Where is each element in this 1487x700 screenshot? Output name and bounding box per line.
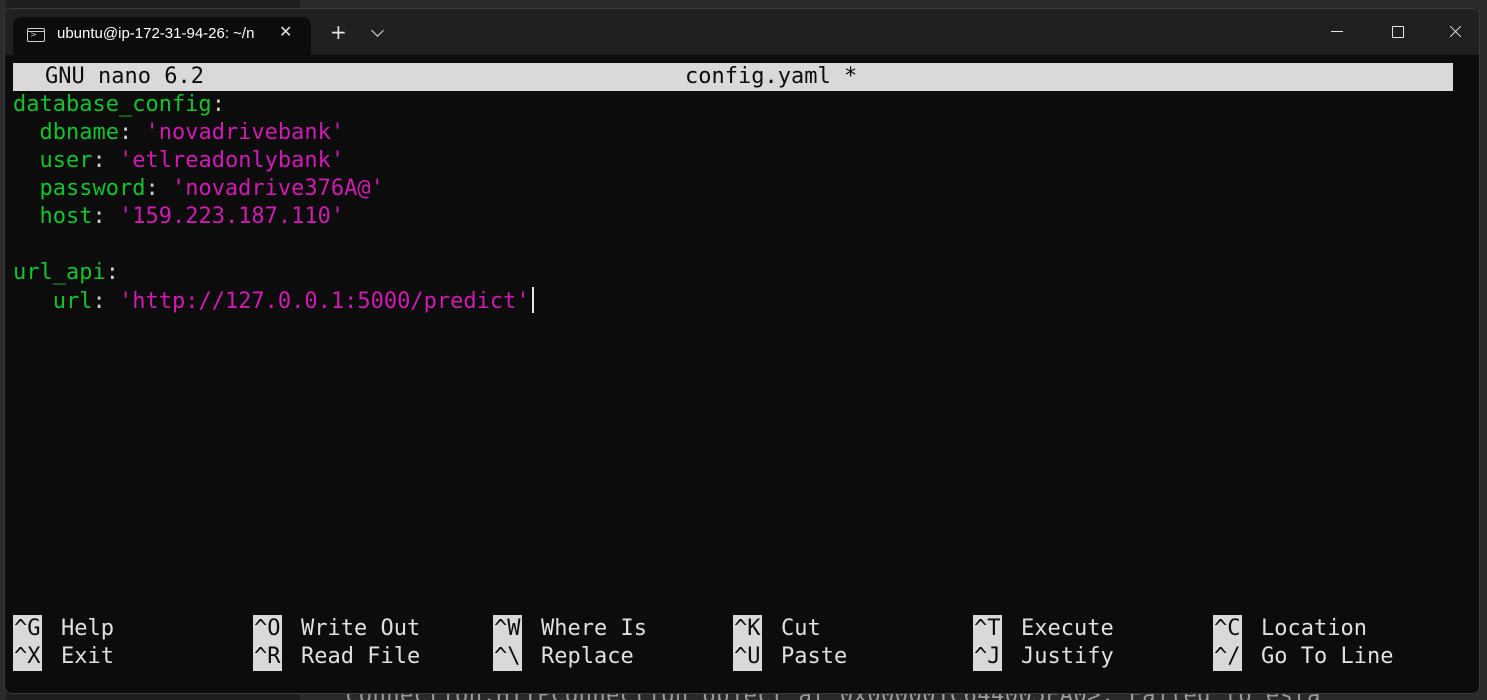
title-bar: ubuntu@ip-172-31-94-26: ~/n ✕ + — [5, 9, 1479, 55]
yaml-key: dbname — [13, 120, 119, 145]
terminal-window: ubuntu@ip-172-31-94-26: ~/n ✕ + GNU nano… — [4, 8, 1480, 694]
shortcut-key: ^J — [973, 643, 1002, 671]
maximize-button[interactable] — [1377, 19, 1417, 45]
terminal-tab[interactable]: ubuntu@ip-172-31-94-26: ~/n ✕ — [13, 17, 311, 55]
yaml-colon: : — [145, 176, 172, 201]
shortcut-label: Replace — [541, 644, 634, 669]
yaml-value: 'novadrive376A@' — [171, 176, 384, 201]
yaml-colon: : — [211, 92, 225, 117]
yaml-colon: : — [118, 120, 146, 145]
shortcut-key: ^/ — [1213, 643, 1242, 671]
shortcut-label: Read File — [301, 644, 421, 669]
shortcut-key: ^\ — [493, 643, 522, 671]
background-editor-top — [300, 0, 1487, 8]
yaml-colon: : — [105, 260, 119, 285]
shortcut-key: ^U — [733, 643, 762, 671]
terminal-content[interactable]: GNU nano 6.2 config.yaml * database_conf… — [13, 63, 1461, 683]
shortcut-label: Go To Line — [1261, 644, 1394, 669]
shortcut-label: Justify — [1021, 644, 1114, 669]
nano-version: GNU nano 6.2 — [45, 64, 204, 89]
new-tab-button[interactable]: + — [330, 22, 347, 42]
nano-header-bar: GNU nano 6.2 config.yaml * — [13, 63, 1453, 91]
yaml-value: '159.223.187.110' — [118, 204, 345, 229]
nano-filename: config.yaml * — [685, 64, 858, 89]
shortcut-label: Help — [61, 616, 114, 641]
minimize-button[interactable] — [1317, 19, 1357, 45]
yaml-value: 'etlreadonlybank' — [118, 148, 345, 173]
yaml-colon: : — [92, 289, 119, 314]
shortcut-key: ^T — [973, 615, 1002, 643]
shortcut-label: Execute — [1021, 616, 1114, 641]
shortcut-key: ^W — [493, 615, 522, 643]
editor-line: user: 'etlreadonlybank' — [13, 147, 344, 175]
shortcut-label: Where Is — [541, 616, 647, 641]
shortcut-key: ^K — [733, 615, 762, 643]
shortcut-key: ^G — [13, 615, 42, 643]
shortcut-label: Exit — [61, 644, 114, 669]
shortcut-label: Cut — [781, 616, 821, 641]
chevron-down-icon[interactable] — [371, 24, 384, 37]
shortcut-label: Location — [1261, 616, 1367, 641]
close-window-button[interactable] — [1435, 19, 1475, 45]
tab-close-icon[interactable]: ✕ — [279, 22, 292, 41]
editor-line: dbname: 'novadrivebank' — [13, 119, 344, 147]
shortcut-key: ^R — [253, 643, 282, 671]
shortcut-key: ^C — [1213, 615, 1242, 643]
shortcut-label: Paste — [781, 644, 848, 669]
yaml-key: user — [13, 148, 93, 173]
yaml-colon: : — [92, 204, 119, 229]
shortcut-label: Write Out — [301, 616, 421, 641]
editor-line: url: 'http://127.0.0.1:5000/predict' — [13, 287, 534, 315]
yaml-key: password — [13, 176, 146, 201]
editor-line: url_api: — [13, 259, 119, 287]
yaml-value: 'http://127.0.0.1:5000/predict' — [118, 289, 530, 314]
yaml-key: host — [13, 204, 93, 229]
shortcut-key: ^O — [253, 615, 282, 643]
yaml-key: database_config — [13, 92, 212, 117]
text-cursor — [531, 287, 534, 313]
yaml-key: url_api — [13, 260, 106, 285]
editor-line: password: 'novadrive376A@' — [13, 175, 384, 203]
yaml-value: 'novadrivebank' — [145, 120, 345, 145]
editor-line: database_config: — [13, 91, 225, 119]
yaml-colon: : — [92, 148, 119, 173]
yaml-key: url — [13, 289, 93, 314]
shortcut-key: ^X — [13, 643, 42, 671]
editor-line: host: '159.223.187.110' — [13, 203, 344, 231]
terminal-icon — [27, 28, 45, 42]
tab-title: ubuntu@ip-172-31-94-26: ~/n — [57, 25, 255, 42]
